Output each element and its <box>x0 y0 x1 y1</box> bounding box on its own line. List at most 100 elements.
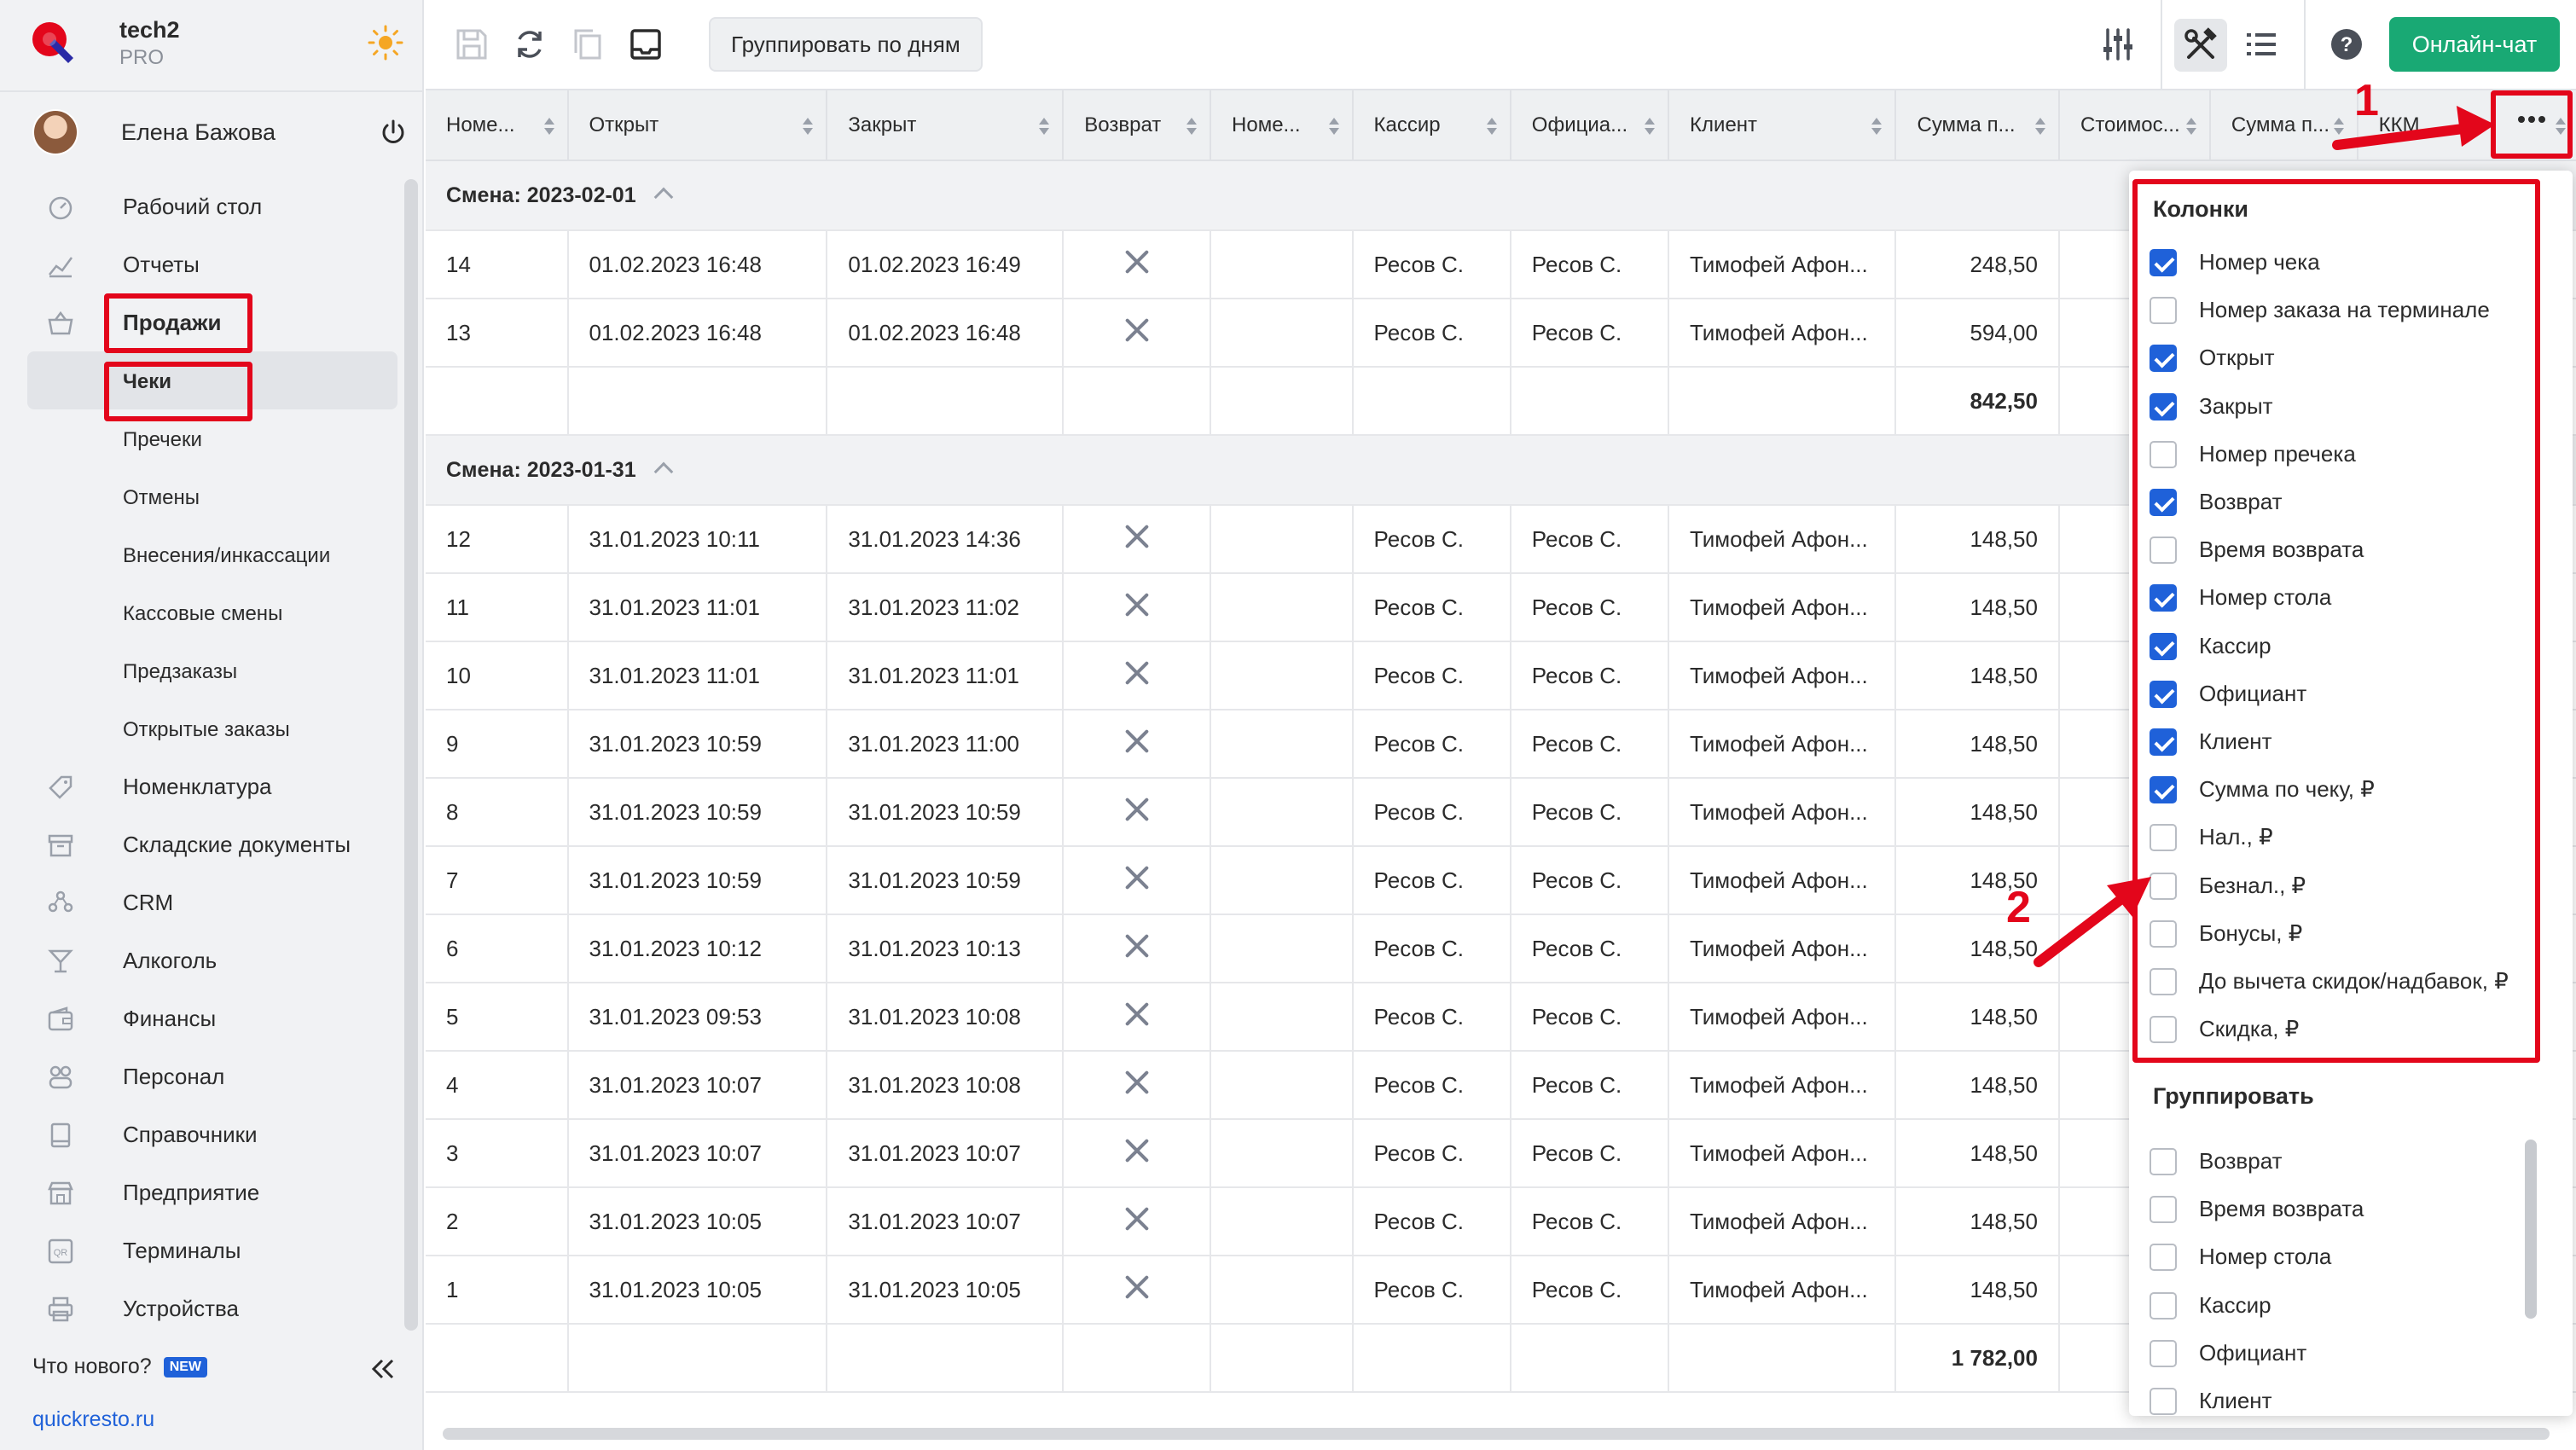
sidebar-item-preorders[interactable]: Предзаказы <box>27 641 397 699</box>
checkbox[interactable] <box>2150 392 2177 420</box>
sidebar-item-nomenclature[interactable]: Номенклатура <box>27 757 397 815</box>
sidebar-item-terminals[interactable]: QR Терминалы <box>27 1221 397 1279</box>
checkbox[interactable] <box>2150 1016 2177 1044</box>
group-checkbox[interactable]: Клиент <box>2150 1376 2559 1416</box>
sidebar-item-crm[interactable]: CRM <box>27 873 397 931</box>
checkbox[interactable] <box>2150 1291 2177 1320</box>
sidebar-item-open-orders[interactable]: Открытые заказы <box>27 699 397 757</box>
column-checkbox[interactable]: Возврат <box>2150 477 2559 525</box>
checkbox[interactable] <box>2150 728 2177 756</box>
column-header[interactable]: Открыт <box>567 90 828 161</box>
site-link[interactable]: quickresto.ru <box>32 1407 154 1432</box>
sidebar-item-dashboard[interactable]: Рабочий стол <box>27 177 397 235</box>
checkbox[interactable] <box>2150 776 2177 804</box>
sort-icon[interactable] <box>2555 116 2567 136</box>
checkbox[interactable] <box>2150 1148 2177 1175</box>
column-header[interactable]: Сумма п... <box>1895 90 2060 161</box>
column-header[interactable]: Возврат <box>1063 90 1212 161</box>
online-chat-button[interactable]: Онлайн-чат <box>2389 17 2560 72</box>
sun-icon[interactable] <box>367 24 404 61</box>
checkbox[interactable] <box>2150 1339 2177 1367</box>
column-header[interactable]: Номе... <box>426 90 569 161</box>
checkbox[interactable] <box>2150 872 2177 900</box>
column-checkbox[interactable]: Нал., ₽ <box>2150 812 2559 860</box>
list-view-icon[interactable] <box>2242 26 2280 63</box>
checkbox[interactable] <box>2150 1196 2177 1224</box>
chevron-up-icon[interactable] <box>653 461 673 481</box>
column-checkbox[interactable]: Сумма по чеку, ₽ <box>2150 764 2559 812</box>
column-checkbox[interactable]: Номер пречека <box>2150 429 2559 477</box>
column-checkbox[interactable]: Клиент <box>2150 716 2559 764</box>
checkbox[interactable] <box>2150 1244 2177 1272</box>
column-checkbox[interactable]: Номер заказа на терминале <box>2150 285 2559 333</box>
checkbox[interactable] <box>2150 680 2177 708</box>
sort-icon[interactable] <box>2185 116 2197 136</box>
panel-scrollbar[interactable] <box>2525 1140 2537 1319</box>
group-checkbox[interactable]: Номер стола <box>2150 1232 2559 1279</box>
column-checkbox[interactable]: Номер чека <box>2150 237 2559 285</box>
checkbox[interactable] <box>2150 968 2177 995</box>
inbox-icon[interactable] <box>627 26 664 63</box>
brand[interactable]: tech2 PRO <box>29 17 404 73</box>
sort-icon[interactable] <box>1038 116 1050 136</box>
group-by-days-button[interactable]: Группировать по дням <box>709 17 983 72</box>
checkbox[interactable] <box>2150 1388 2177 1415</box>
chevron-up-icon[interactable] <box>653 187 673 206</box>
column-header[interactable]: Стоимос... <box>2058 90 2211 161</box>
column-checkbox[interactable]: Время возврата <box>2150 525 2559 572</box>
column-header[interactable]: Номе... <box>1210 90 1354 161</box>
column-checkbox[interactable]: Номер стола <box>2150 572 2559 620</box>
sidebar-item-receipts[interactable]: Чеки <box>27 351 397 409</box>
checkbox[interactable] <box>2150 632 2177 660</box>
sidebar-item-reports[interactable]: Отчеты <box>27 235 397 293</box>
sort-icon[interactable] <box>1486 116 1498 136</box>
refresh-icon[interactable] <box>511 26 548 63</box>
group-checkbox[interactable]: Возврат <box>2150 1136 2559 1184</box>
checkbox[interactable] <box>2150 489 2177 516</box>
tools-button[interactable] <box>2174 19 2227 72</box>
sidebar-item-warehouse-docs[interactable]: Складские документы <box>27 815 397 873</box>
checkbox[interactable] <box>2150 297 2177 325</box>
sidebar-item-staff[interactable]: Персонал <box>27 1047 397 1105</box>
column-header[interactable]: Кассир <box>1352 90 1511 161</box>
sort-icon[interactable] <box>802 116 814 136</box>
sort-icon[interactable] <box>543 116 555 136</box>
group-checkbox[interactable]: Кассир <box>2150 1280 2559 1328</box>
column-checkbox[interactable]: Закрыт <box>2150 381 2559 429</box>
user-block[interactable]: Елена Бажова <box>32 109 408 157</box>
sidebar-item-cancellations[interactable]: Отмены <box>27 467 397 525</box>
more-options-icon[interactable] <box>2515 102 2549 136</box>
horizontal-scrollbar[interactable] <box>443 1428 2550 1440</box>
column-header[interactable]: Клиент <box>1668 90 1897 161</box>
sort-icon[interactable] <box>1328 116 1340 136</box>
sidebar-item-directories[interactable]: Справочники <box>27 1105 397 1163</box>
column-checkbox[interactable]: Скидка, ₽ <box>2150 1004 2559 1052</box>
sort-icon[interactable] <box>1644 116 1656 136</box>
column-checkbox[interactable]: Кассир <box>2150 621 2559 669</box>
sidebar-item-alcohol[interactable]: Алкоголь <box>27 931 397 989</box>
filter-sliders-icon[interactable] <box>2099 26 2137 63</box>
sidebar-item-prechecks[interactable]: Пречеки <box>27 409 397 467</box>
column-checkbox[interactable]: До вычета скидок/надбавок, ₽ <box>2150 956 2559 1004</box>
sidebar-item-finance[interactable]: Финансы <box>27 989 397 1047</box>
checkbox[interactable] <box>2150 440 2177 468</box>
sort-icon[interactable] <box>2034 116 2046 136</box>
column-checkbox[interactable]: Бонусы, ₽ <box>2150 908 2559 956</box>
checkbox[interactable] <box>2150 249 2177 276</box>
power-icon[interactable] <box>379 118 408 147</box>
sort-icon[interactable] <box>1871 116 1883 136</box>
checkbox[interactable] <box>2150 345 2177 373</box>
column-header[interactable]: Официа... <box>1510 90 1670 161</box>
group-checkbox[interactable]: Время возврата <box>2150 1184 2559 1232</box>
collapse-sidebar-icon[interactable] <box>368 1354 397 1383</box>
sidebar-item-shifts[interactable]: Кассовые смены <box>27 583 397 641</box>
sort-icon[interactable] <box>1186 116 1198 136</box>
checkbox[interactable] <box>2150 824 2177 852</box>
copy-icon[interactable] <box>569 26 606 63</box>
sidebar-item-enterprise[interactable]: Предприятие <box>27 1163 397 1221</box>
column-checkbox[interactable]: Безнал., ₽ <box>2150 861 2559 908</box>
sort-icon[interactable] <box>2333 116 2345 136</box>
sidebar-scrollbar[interactable] <box>404 179 418 1331</box>
sidebar-item-devices[interactable]: Устройства <box>27 1279 397 1337</box>
help-icon[interactable]: ? <box>2328 26 2365 63</box>
